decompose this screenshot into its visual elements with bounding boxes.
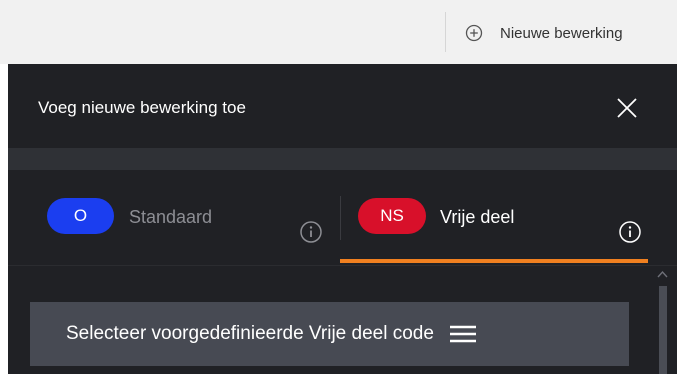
dialog-header: Voeg nieuwe bewerking toe [8, 64, 677, 148]
dialog-content: Selecteer voorgedefinieerde Vrije deel c… [8, 266, 677, 374]
select-predefined-code-button[interactable]: Selecteer voorgedefinieerde Vrije deel c… [30, 302, 629, 366]
scrollbar-thumb[interactable] [659, 286, 667, 374]
scrollbar[interactable] [656, 266, 669, 374]
dialog-title: Voeg nieuwe bewerking toe [38, 98, 246, 117]
scroll-up-arrow-icon[interactable] [657, 270, 668, 278]
tab-vrije-deel-label: Vrije deel [440, 207, 515, 227]
tab-standaard[interactable]: O Standaard [8, 170, 340, 266]
new-edit-button[interactable]: Nieuwe bewerking [464, 18, 623, 48]
select-button-label: Selecteer voorgedefinieerde Vrije deel c… [66, 323, 434, 344]
active-tab-underline [340, 259, 648, 263]
add-edit-dialog: Voeg nieuwe bewerking toe O Standaard NS… [8, 64, 677, 374]
hamburger-menu-icon [449, 325, 476, 343]
top-toolbar: Nieuwe bewerking [0, 0, 677, 64]
vrije-deel-badge: NS [358, 198, 426, 234]
new-edit-label: Nieuwe bewerking [500, 24, 623, 42]
type-tabs: O Standaard NS Vrije deel [8, 170, 677, 266]
tab-standaard-label: Standaard [129, 207, 213, 227]
toolbar-separator [445, 12, 446, 52]
standaard-badge: O [47, 198, 114, 234]
plus-circle-icon [465, 24, 483, 42]
header-divider [8, 148, 677, 170]
info-icon[interactable] [618, 220, 642, 244]
tab-vrije-deel[interactable]: NS Vrije deel [340, 170, 668, 266]
close-icon[interactable] [615, 96, 639, 120]
info-icon[interactable] [299, 220, 323, 244]
